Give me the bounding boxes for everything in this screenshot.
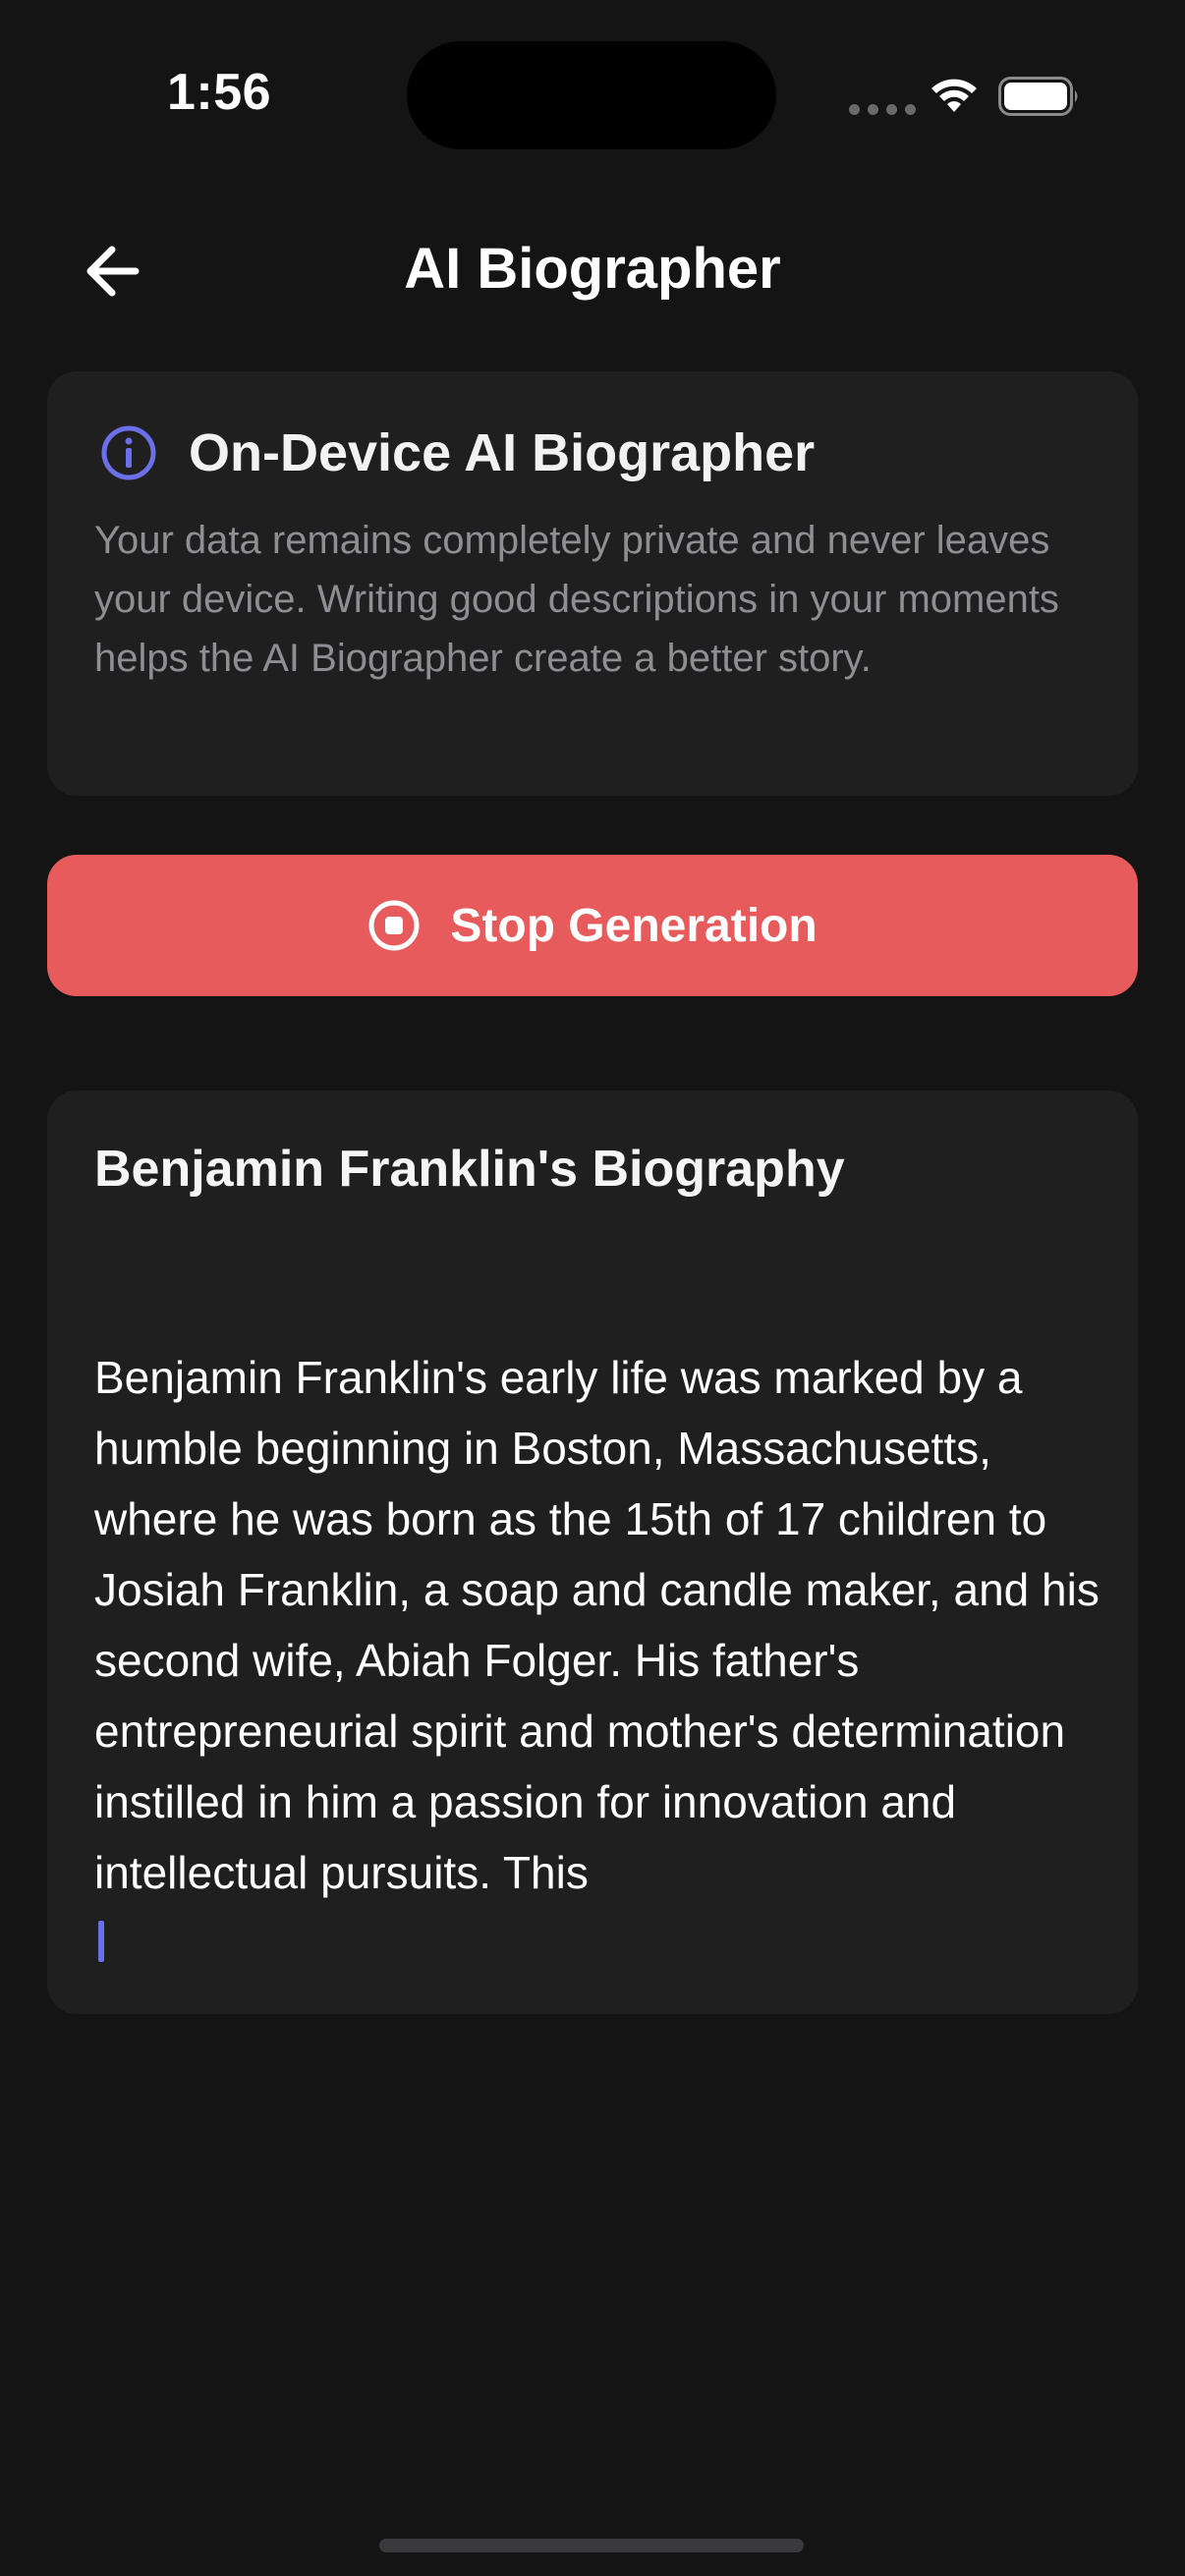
- home-indicator[interactable]: [379, 2539, 804, 2552]
- stop-generation-label: Stop Generation: [450, 899, 818, 952]
- stop-generation-button[interactable]: Stop Generation: [47, 855, 1138, 996]
- typing-cursor: [98, 1921, 104, 1962]
- dynamic-island: [407, 41, 776, 149]
- biography-text: Benjamin Franklin's early life was marke…: [94, 1352, 1100, 1898]
- battery-icon: [998, 77, 1078, 116]
- screen: 1:56 AI Biographer On-Device AI Biograph…: [0, 0, 1185, 2576]
- stop-circle-icon: [368, 900, 420, 951]
- info-card-title: On-Device AI Biographer: [189, 423, 816, 482]
- status-time: 1:56: [167, 64, 272, 121]
- wifi-icon: [931, 79, 977, 112]
- cellular-signal-icon: [849, 104, 916, 115]
- info-icon: [101, 425, 156, 480]
- page-title: AI Biographer: [404, 237, 781, 301]
- biography-card: Benjamin Franklin's Biography Benjamin F…: [47, 1091, 1138, 2014]
- info-card: On-Device AI Biographer Your data remain…: [47, 371, 1138, 796]
- biography-title: Benjamin Franklin's Biography: [94, 1141, 845, 1198]
- info-card-body: Your data remains completely private and…: [94, 519, 1059, 680]
